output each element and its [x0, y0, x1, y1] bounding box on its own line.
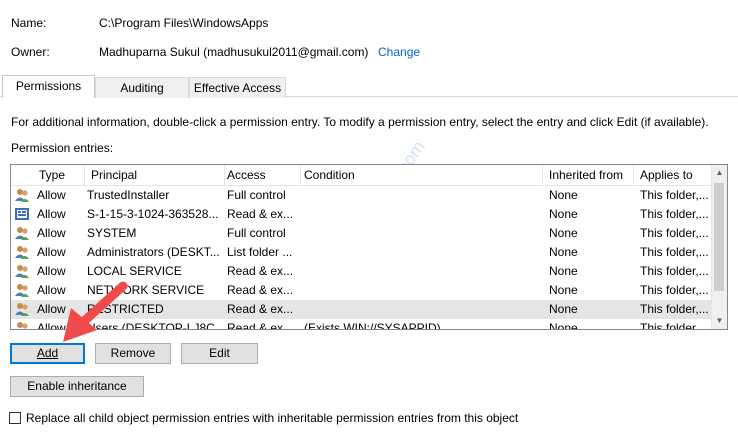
owner-label: Owner: — [11, 45, 50, 59]
list-header: Type Principal Access Condition Inherite… — [11, 165, 713, 186]
cell-condition — [304, 224, 542, 243]
scroll-down-arrow-icon[interactable]: ▼ — [712, 313, 727, 329]
cell-access: Full control — [227, 188, 286, 202]
owner-value: Madhuparna Sukul (madhusukul2011@gmail.c… — [99, 45, 369, 59]
table-row[interactable]: Allow Administrators (DESKT... List folder… — [11, 243, 713, 262]
cell-condition — [304, 243, 542, 262]
name-label: Name: — [11, 16, 47, 30]
cell-applies-to: This folder,... — [640, 264, 709, 278]
cell-applies-to: This folder,... — [640, 283, 709, 297]
scroll-up-arrow-icon[interactable]: ▲ — [712, 165, 727, 181]
column-header-inherited-from[interactable]: Inherited from — [543, 165, 634, 185]
cell-applies-to: This folder,... — [640, 321, 709, 330]
edit-button-label: Edit — [209, 346, 230, 360]
enable-inheritance-label: Enable inheritance — [27, 379, 127, 393]
users-icon — [14, 243, 32, 262]
permission-entries-label: Permission entries: — [11, 141, 114, 155]
cell-access: Read & ex... — [227, 283, 294, 297]
cell-applies-to: This folder,... — [640, 226, 709, 240]
cell-inherited-from: None — [549, 226, 578, 240]
cell-applies-to: This folder,... — [640, 245, 709, 259]
cell-type: Allow — [37, 207, 66, 221]
users-icon — [14, 186, 32, 205]
cell-type: Allow — [37, 226, 66, 240]
cell-principal: S-1-15-3-1024-363528... — [87, 207, 219, 221]
cell-access: Read & ex... — [227, 264, 294, 278]
cell-applies-to: This folder,... — [640, 188, 709, 202]
table-row[interactable]: Allow SYSTEM Full control None This folder,.… — [11, 224, 713, 243]
cell-condition: (Exists WIN://SYSAPPID) — [304, 321, 441, 330]
enable-inheritance-button[interactable]: Enable inheritance — [10, 376, 144, 397]
cell-principal: Administrators (DESKT... — [87, 245, 220, 259]
name-value: C:\Program Files\WindowsApps — [99, 16, 269, 30]
column-header-principal[interactable]: Principal — [85, 165, 225, 185]
column-header-applies-to[interactable]: Applies to — [634, 165, 713, 185]
scrollbar-thumb[interactable] — [714, 183, 724, 291]
replace-child-permissions-label[interactable]: Replace all child object permission entr… — [26, 411, 518, 425]
cell-applies-to: This folder,... — [640, 302, 709, 316]
edit-button[interactable]: Edit — [181, 343, 258, 364]
users-icon — [14, 281, 32, 300]
tab-permissions[interactable]: Permissions — [2, 75, 95, 98]
cell-access: Read & ex... — [227, 302, 294, 316]
cell-type: Allow — [37, 245, 66, 259]
change-owner-link[interactable]: Change — [378, 45, 420, 59]
cell-condition — [304, 186, 542, 205]
annotation-arrow-icon — [63, 281, 128, 342]
column-header-type[interactable]: Type — [33, 165, 85, 185]
cell-applies-to: This folder,... — [640, 207, 709, 221]
cell-inherited-from: None — [549, 207, 578, 221]
cell-access: List folder ... — [227, 245, 293, 259]
package-sid-icon — [14, 205, 32, 224]
add-button-label: Add — [36, 346, 59, 360]
column-header-condition[interactable]: Condition — [298, 165, 543, 185]
cell-access: Read & ex... — [227, 207, 294, 221]
cell-type: Allow — [37, 188, 66, 202]
column-header-access[interactable]: Access — [221, 165, 301, 185]
cell-access: Full control — [227, 226, 286, 240]
remove-button-label: Remove — [110, 346, 156, 360]
cell-principal: SYSTEM — [87, 226, 137, 240]
cell-condition — [304, 262, 542, 281]
tab-effective-access[interactable]: Effective Access — [189, 77, 286, 98]
cell-inherited-from: None — [549, 264, 578, 278]
cell-inherited-from: None — [549, 283, 578, 297]
users-icon — [14, 262, 32, 281]
info-text: For additional information, double-click… — [11, 115, 709, 129]
users-icon — [14, 300, 32, 319]
cell-inherited-from: None — [549, 188, 578, 202]
replace-child-permissions-checkbox[interactable] — [9, 412, 21, 424]
cell-inherited-from: None — [549, 245, 578, 259]
users-icon — [14, 224, 32, 243]
cell-condition — [304, 205, 542, 224]
table-row[interactable]: Allow TrustedInstaller Full control None Thi… — [11, 186, 713, 205]
tab-auditing[interactable]: Auditing — [95, 77, 189, 98]
cell-inherited-from: None — [549, 302, 578, 316]
vertical-scrollbar[interactable]: ▲ ▼ — [711, 165, 727, 329]
cell-condition — [304, 281, 542, 300]
table-row[interactable]: Allow S-1-15-3-1024-363528... Read & ex...… — [11, 205, 713, 224]
cell-access: Read & ex... — [227, 321, 294, 330]
cell-inherited-from: None — [549, 321, 578, 330]
cell-condition — [304, 300, 542, 319]
cell-principal: TrustedInstaller — [87, 188, 170, 202]
users-icon — [14, 319, 32, 329]
